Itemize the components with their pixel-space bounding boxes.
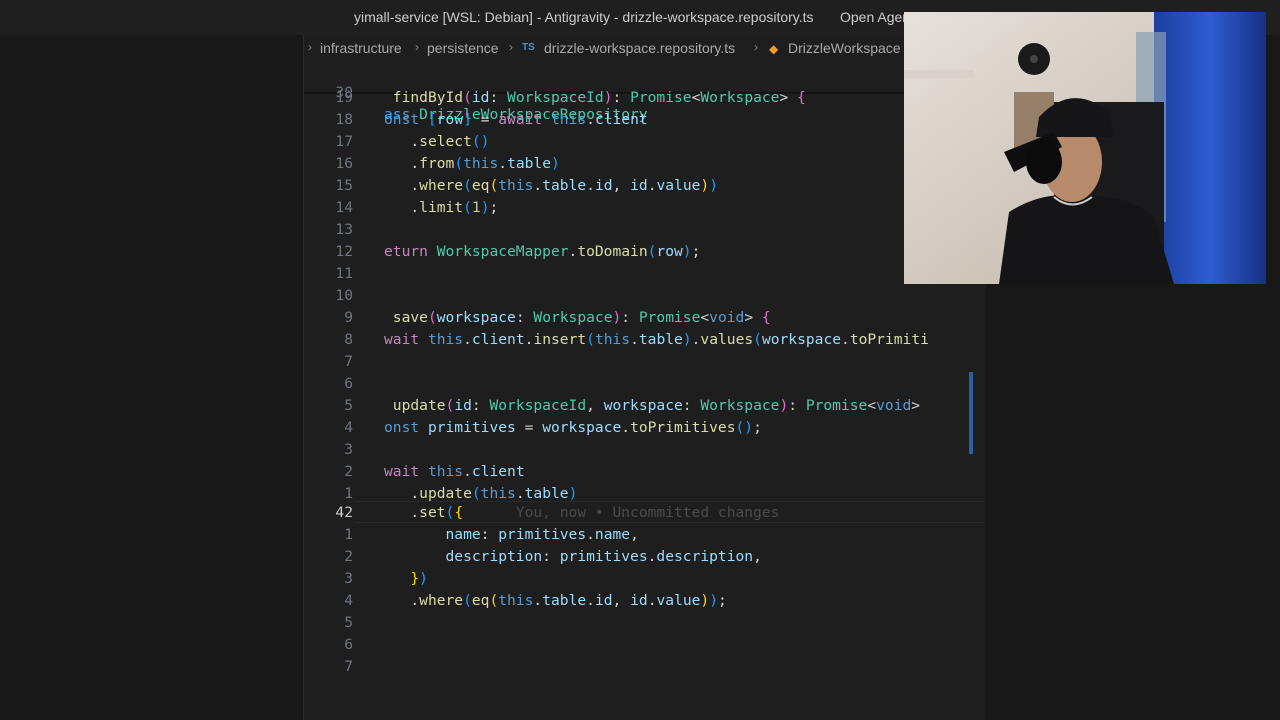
line-number: 7 (344, 658, 353, 675)
line-number: 13 (335, 221, 353, 238)
webcam-image (904, 12, 1266, 284)
code-line[interactable]: 3 (304, 439, 984, 461)
code-line[interactable]: 14 .limit(1); (304, 197, 984, 219)
code-line[interactable]: 16 .from(this.table) (304, 153, 984, 175)
code-line[interactable]: 2 description: primitives.description, (304, 546, 984, 568)
code-text: wait this.client.insert(this.table).valu… (384, 331, 929, 348)
code-line[interactable]: 2 wait this.client (304, 461, 984, 483)
code-line[interactable]: 9 save(workspace: Workspace): Promise<vo… (304, 307, 984, 329)
code-line[interactable]: 4 onst primitives = workspace.toPrimitive… (304, 417, 984, 439)
code-text: .set({ You, now • Uncommitted changes (410, 504, 780, 521)
scrollbar-thumb[interactable] (969, 372, 973, 454)
code-line[interactable]: 10 (304, 285, 984, 307)
line-number: 9 (344, 309, 353, 326)
code-text: onst primitives = workspace.toPrimitives… (384, 419, 762, 436)
code-line[interactable]: 1 name: primitives.name, (304, 524, 984, 546)
code-text: update(id: WorkspaceId, workspace: Works… (392, 397, 921, 414)
line-number: 3 (344, 570, 353, 587)
line-number: 2 (344, 548, 353, 565)
breadcrumb: › infrastructure › persistence › TS driz… (304, 35, 984, 61)
breadcrumb-item-file[interactable]: drizzle-workspace.repository.ts (544, 40, 735, 56)
line-number: 2 (344, 463, 353, 480)
line-number: 14 (335, 199, 353, 216)
line-number: 7 (344, 353, 353, 370)
code-line[interactable]: 6 (304, 634, 984, 656)
class-symbol-icon: ◆ (769, 42, 779, 56)
code-text: name: primitives.name, (445, 526, 639, 543)
line-number: 10 (335, 287, 353, 304)
breadcrumb-item-persistence[interactable]: persistence (427, 40, 499, 56)
line-number: 16 (335, 155, 353, 172)
code-text: .select() (410, 133, 490, 150)
line-number: 4 (344, 419, 353, 436)
line-number: 11 (335, 265, 353, 282)
code-text: }) (410, 570, 428, 587)
code-line[interactable]: 6 (304, 373, 984, 395)
window-title: yimall-service [WSL: Debian] - Antigravi… (354, 9, 814, 25)
code-text: description: primitives.description, (445, 548, 762, 565)
line-number: 5 (344, 397, 353, 414)
code-line[interactable]: 8 wait this.client.insert(this.table).val… (304, 329, 984, 351)
code-text: .from(this.table) (410, 155, 560, 172)
chevron-right-icon: › (415, 40, 419, 54)
typescript-file-icon: TS (522, 42, 535, 53)
code-line[interactable]: 5 update(id: WorkspaceId, workspace: Wor… (304, 395, 984, 417)
code-line[interactable]: 19 findById(id: WorkspaceId): Promise<Wo… (304, 87, 984, 109)
code-text: .where(eq(this.table.id, id.value)); (410, 592, 727, 609)
code-text: .where(eq(this.table.id, id.value)) (410, 177, 719, 194)
line-number: 19 (335, 89, 353, 106)
line-number: 15 (335, 177, 353, 194)
code-line[interactable]: 11 (304, 263, 984, 285)
line-number: 12 (335, 243, 353, 260)
line-number: 5 (344, 614, 353, 631)
line-number: 1 (344, 526, 353, 543)
code-line[interactable]: 4 .where(eq(this.table.id, id.value)); (304, 590, 984, 612)
line-number: 8 (344, 331, 353, 348)
code-line-current[interactable]: 42 .set({ You, now • Uncommitted changes (304, 502, 984, 524)
code-line[interactable]: 18 onst [row] = await this.client (304, 109, 984, 131)
code-editor[interactable]: › infrastructure › persistence › TS driz… (304, 35, 984, 720)
breadcrumb-item-infrastructure[interactable]: infrastructure (320, 40, 402, 56)
sticky-scroll-line[interactable]: 30 ass DrizzleWorkspaceRepository (304, 60, 984, 123)
code-line[interactable]: 7 (304, 656, 984, 678)
code-line[interactable]: 17 .select() (304, 131, 984, 153)
code-text: wait this.client (384, 463, 525, 480)
code-line[interactable]: 13 (304, 219, 984, 241)
code-text: onst [row] = await this.client (384, 111, 648, 128)
line-number: 6 (344, 375, 353, 392)
line-number: 6 (344, 636, 353, 653)
breadcrumb-item-symbol[interactable]: DrizzleWorkspace (788, 40, 901, 56)
inline-blame: You, now • Uncommitted changes (515, 504, 780, 521)
code-line[interactable]: 5 (304, 612, 984, 634)
chevron-right-icon: › (754, 40, 758, 54)
chevron-right-icon: › (308, 40, 312, 54)
code-text: eturn WorkspaceMapper.toDomain(row); (384, 243, 701, 260)
code-line[interactable]: 3 }) (304, 568, 984, 590)
line-number: 4 (344, 592, 353, 609)
chevron-right-icon: › (509, 40, 513, 54)
code-line[interactable]: 12 eturn WorkspaceMapper.toDomain(row); (304, 241, 984, 263)
code-line[interactable]: 7 (304, 351, 984, 373)
line-number: 42 (335, 504, 353, 521)
code-text: .limit(1); (410, 199, 499, 216)
code-text: findById(id: WorkspaceId): Promise<Works… (392, 89, 806, 106)
code-text: save(workspace: Workspace): Promise<void… (392, 309, 771, 326)
line-number: 17 (335, 133, 353, 150)
line-number: 3 (344, 441, 353, 458)
webcam-overlay (904, 12, 1266, 284)
code-line[interactable]: 15 .where(eq(this.table.id, id.value)) (304, 175, 984, 197)
sidebar (0, 35, 304, 720)
line-number: 18 (335, 111, 353, 128)
